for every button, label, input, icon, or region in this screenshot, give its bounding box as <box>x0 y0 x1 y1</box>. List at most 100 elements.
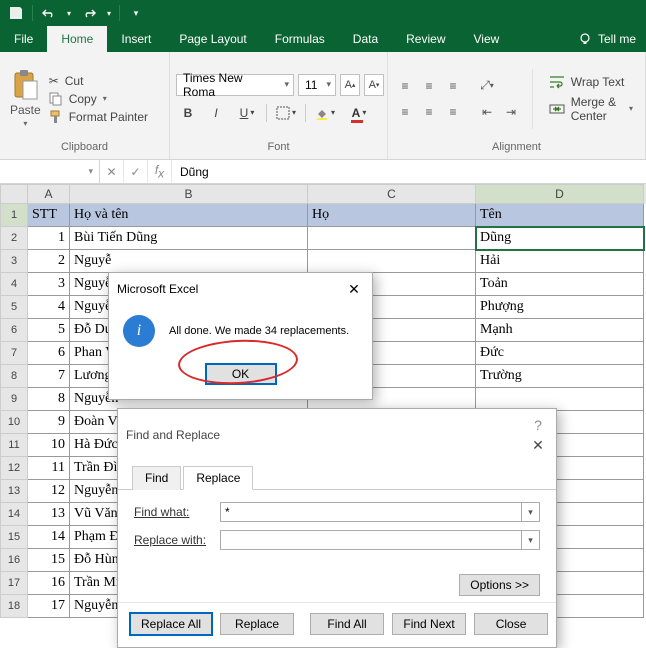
cell[interactable]: 3 <box>28 273 70 296</box>
row-header[interactable]: 8 <box>0 365 28 388</box>
tab-find[interactable]: Find <box>132 466 181 490</box>
cell[interactable]: Dũng <box>476 227 644 250</box>
cell[interactable]: STT <box>28 204 70 227</box>
row-header[interactable]: 16 <box>0 549 28 572</box>
save-icon[interactable] <box>4 2 28 24</box>
bold-button[interactable]: B <box>176 102 200 124</box>
cell[interactable]: 10 <box>28 434 70 457</box>
align-right-icon[interactable]: ≡ <box>442 102 464 122</box>
row-header[interactable]: 9 <box>0 388 28 411</box>
align-bottom-icon[interactable]: ≡ <box>442 76 464 96</box>
find-next-button[interactable]: Find Next <box>392 613 466 635</box>
merge-center-button[interactable]: Merge & Center▾ <box>543 95 639 123</box>
replace-button[interactable]: Replace <box>220 613 294 635</box>
find-what-dropdown-icon[interactable]: ▾ <box>522 502 540 522</box>
align-center-icon[interactable]: ≡ <box>418 102 440 122</box>
find-all-button[interactable]: Find All <box>310 613 384 635</box>
name-box[interactable] <box>0 160 100 183</box>
cell[interactable]: Mạnh <box>476 319 644 342</box>
cell[interactable]: Trường <box>476 365 644 388</box>
col-header-A[interactable]: A <box>28 184 70 204</box>
row-header[interactable]: 15 <box>0 526 28 549</box>
cut-button[interactable]: ✂Cut <box>49 74 148 88</box>
tell-me[interactable]: Tell me <box>568 32 646 46</box>
cell[interactable]: Toản <box>476 273 644 296</box>
col-header-D[interactable]: D <box>476 184 644 204</box>
font-name-select[interactable]: Times New Roma <box>176 74 294 96</box>
close-icon[interactable]: ✕ <box>344 279 364 299</box>
tab-file[interactable]: File <box>0 26 47 52</box>
help-icon[interactable]: ? <box>528 415 548 435</box>
cell[interactable]: 2 <box>28 250 70 273</box>
increase-indent-icon[interactable]: ⇥ <box>500 102 522 122</box>
col-header-C[interactable]: C <box>308 184 476 204</box>
row-header[interactable]: 17 <box>0 572 28 595</box>
cell[interactable]: 16 <box>28 572 70 595</box>
copy-button[interactable]: Copy▾ <box>49 92 148 106</box>
cell[interactable]: 17 <box>28 595 70 618</box>
format-painter-button[interactable]: Format Painter <box>49 110 148 124</box>
enter-icon[interactable]: ✓ <box>124 160 148 183</box>
row-header[interactable]: 14 <box>0 503 28 526</box>
replace-all-button[interactable]: Replace All <box>130 613 212 635</box>
row-header[interactable]: 18 <box>0 595 28 618</box>
customize-qat-icon[interactable]: ▾ <box>124 2 148 24</box>
row-header[interactable]: 4 <box>0 273 28 296</box>
ok-button[interactable]: OK <box>205 363 277 385</box>
decrease-font-icon[interactable]: A▾ <box>364 74 384 96</box>
options-button[interactable]: Options >> <box>459 574 540 596</box>
row-header[interactable]: 11 <box>0 434 28 457</box>
select-all-corner[interactable] <box>0 184 28 204</box>
fill-color-button[interactable] <box>310 102 340 124</box>
cell[interactable]: 11 <box>28 457 70 480</box>
tab-home[interactable]: Home <box>47 26 107 52</box>
row-header[interactable]: 12 <box>0 457 28 480</box>
cell[interactable]: 6 <box>28 342 70 365</box>
cell[interactable]: 8 <box>28 388 70 411</box>
close-icon[interactable]: ✕ <box>528 435 548 455</box>
tab-page-layout[interactable]: Page Layout <box>165 26 260 52</box>
underline-button[interactable]: U <box>232 102 262 124</box>
redo-icon[interactable] <box>77 2 101 24</box>
cell[interactable]: Họ và tên <box>70 204 308 227</box>
tab-replace[interactable]: Replace <box>183 466 253 490</box>
formula-input[interactable]: Dũng <box>172 160 646 183</box>
find-what-input[interactable]: * <box>220 502 522 522</box>
cell[interactable] <box>308 250 476 273</box>
cell[interactable]: Nguyễ <box>70 250 308 273</box>
row-header[interactable]: 13 <box>0 480 28 503</box>
cell[interactable] <box>308 227 476 250</box>
cell[interactable]: 14 <box>28 526 70 549</box>
orientation-icon[interactable]: ⤢▾ <box>476 76 498 96</box>
cell[interactable]: Họ <box>308 204 476 227</box>
col-header-B[interactable]: B <box>70 184 308 204</box>
cell[interactable]: 13 <box>28 503 70 526</box>
tab-data[interactable]: Data <box>339 26 392 52</box>
cell[interactable]: 7 <box>28 365 70 388</box>
redo-dropdown-icon[interactable]: ▾ <box>103 2 115 24</box>
increase-font-icon[interactable]: A▴ <box>340 74 360 96</box>
tab-insert[interactable]: Insert <box>107 26 165 52</box>
row-header[interactable]: 10 <box>0 411 28 434</box>
font-size-select[interactable]: 11 <box>298 74 336 96</box>
undo-dropdown-icon[interactable]: ▾ <box>63 2 75 24</box>
fx-icon[interactable]: fx <box>148 160 172 183</box>
cell[interactable]: 4 <box>28 296 70 319</box>
cancel-icon[interactable]: ✕ <box>100 160 124 183</box>
tab-review[interactable]: Review <box>392 26 459 52</box>
cell[interactable]: Hải <box>476 250 644 273</box>
tab-formulas[interactable]: Formulas <box>261 26 339 52</box>
cell[interactable]: Phượng <box>476 296 644 319</box>
cell[interactable]: 12 <box>28 480 70 503</box>
row-header[interactable]: 2 <box>0 227 28 250</box>
align-left-icon[interactable]: ≡ <box>394 102 416 122</box>
decrease-indent-icon[interactable]: ⇤ <box>476 102 498 122</box>
cell[interactable]: 15 <box>28 549 70 572</box>
cell[interactable]: Bùi Tiến Dũng <box>70 227 308 250</box>
row-header[interactable]: 3 <box>0 250 28 273</box>
row-header[interactable]: 7 <box>0 342 28 365</box>
close-button[interactable]: Close <box>474 613 548 635</box>
align-middle-icon[interactable]: ≡ <box>418 76 440 96</box>
wrap-text-button[interactable]: Wrap Text <box>543 75 639 89</box>
row-header[interactable]: 6 <box>0 319 28 342</box>
